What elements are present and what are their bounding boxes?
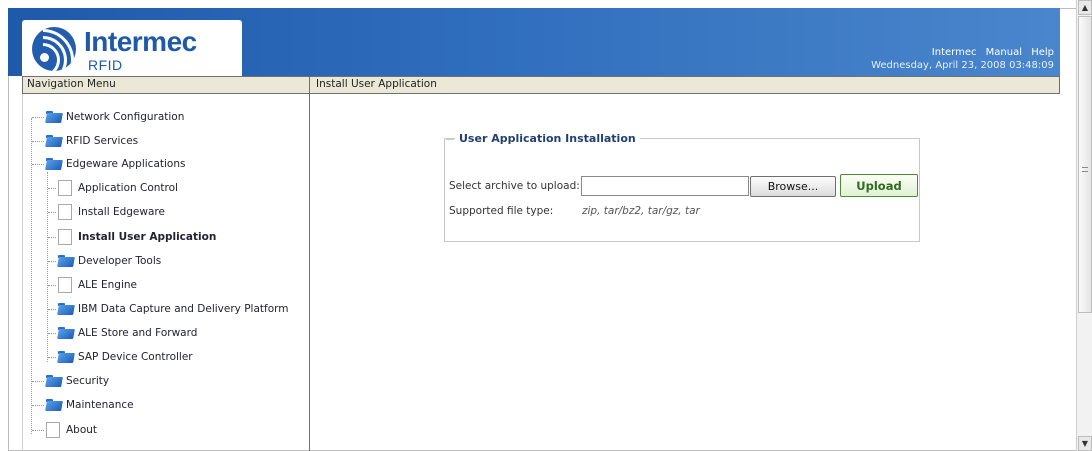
nav-item-install-edgeware[interactable]: Install Edgeware [48,203,165,221]
top-links: Intermec Manual Help [926,47,1054,58]
upload-button[interactable]: Upload [840,174,918,197]
folder-icon [58,327,74,339]
nav-item-label: Application Control [78,182,178,194]
nav-item-label: ALE Engine [78,279,137,291]
folder-icon [46,135,62,147]
help-link[interactable]: Help [1031,47,1054,58]
manual-link[interactable]: Manual [986,47,1022,58]
folder-icon [46,399,62,411]
nav-item-label: Network Configuration [66,111,185,123]
intermec-logo: Intermec RFID [22,20,242,76]
folder-icon [58,351,74,363]
folder-icon [46,111,62,123]
page-icon [58,204,72,220]
vertical-scrollbar[interactable]: ▲ ▼ [1076,0,1092,451]
nav-item-label: Edgeware Applications [66,158,186,170]
nav-item-security[interactable]: Security [32,372,109,390]
nav-item-label: IBM Data Capture and Delivery Platform [78,303,289,315]
nav-item-sap-device-controller[interactable]: SAP Device Controller [48,348,193,366]
nav-item-label: RFID Services [66,135,139,147]
page-icon [46,422,60,438]
page-icon [58,180,72,196]
folder-open-icon [46,158,62,170]
nav-item-install-user-application[interactable]: Install User Application [48,228,216,246]
fieldset-border [446,139,454,140]
folder-icon [46,375,62,387]
rfid-signal-icon [32,27,76,71]
intermec-link[interactable]: Intermec [932,47,977,58]
nav-item-edgeware-applications[interactable]: Edgeware Applications [32,155,185,173]
nav-item-label: Security [66,375,110,387]
archive-file-input[interactable] [581,176,749,196]
nav-item-label: Install User Application [78,231,217,243]
nav-item-about[interactable]: About [32,421,97,439]
scroll-down-arrow-icon[interactable]: ▼ [1078,436,1092,451]
nav-item-application-control[interactable]: Application Control [48,179,178,197]
supported-types-label: Supported file type: [449,205,554,217]
nav-item-label: Developer Tools [78,255,162,267]
nav-item-ibm-data-capture[interactable]: IBM Data Capture and Delivery Platform [48,300,289,318]
nav-item-label: ALE Store and Forward [78,327,198,339]
navigation-menu-title: Navigation Menu [22,76,310,94]
nav-item-rfid-services[interactable]: RFID Services [32,132,138,150]
header-banner: Intermec RFID Intermec Manual Help Wedne… [8,8,1060,76]
browse-button[interactable]: Browse... [750,176,836,197]
nav-item-ale-engine[interactable]: ALE Engine [48,276,137,294]
folder-icon [58,255,74,267]
nav-item-label: SAP Device Controller [78,351,193,363]
nav-item-developer-tools[interactable]: Developer Tools [48,252,161,270]
nav-item-label: Maintenance [66,399,134,411]
page-icon [58,277,72,293]
current-datetime: Wednesday, April 23, 2008 03:48:09 [871,60,1054,71]
nav-item-network-configuration[interactable]: Network Configuration [32,108,184,126]
nav-item-label: About [66,424,98,436]
fieldset-legend: User Application Installation [455,132,640,145]
scroll-up-arrow-icon[interactable]: ▲ [1078,0,1092,15]
page-title: Install User Application [310,76,1060,94]
nav-item-label: Install Edgeware [78,206,165,218]
brand-name: Intermec [84,26,197,57]
folder-icon [58,303,74,315]
scrollbar-thumb[interactable] [1078,16,1092,313]
page-icon [58,229,72,245]
supported-types-value: zip, tar/bz2, tar/gz, tar [582,205,700,217]
nav-item-ale-store-and-forward[interactable]: ALE Store and Forward [48,324,197,342]
brand-subtitle: RFID [88,57,123,73]
select-archive-label: Select archive to upload: [449,180,580,192]
nav-item-maintenance[interactable]: Maintenance [32,396,134,414]
